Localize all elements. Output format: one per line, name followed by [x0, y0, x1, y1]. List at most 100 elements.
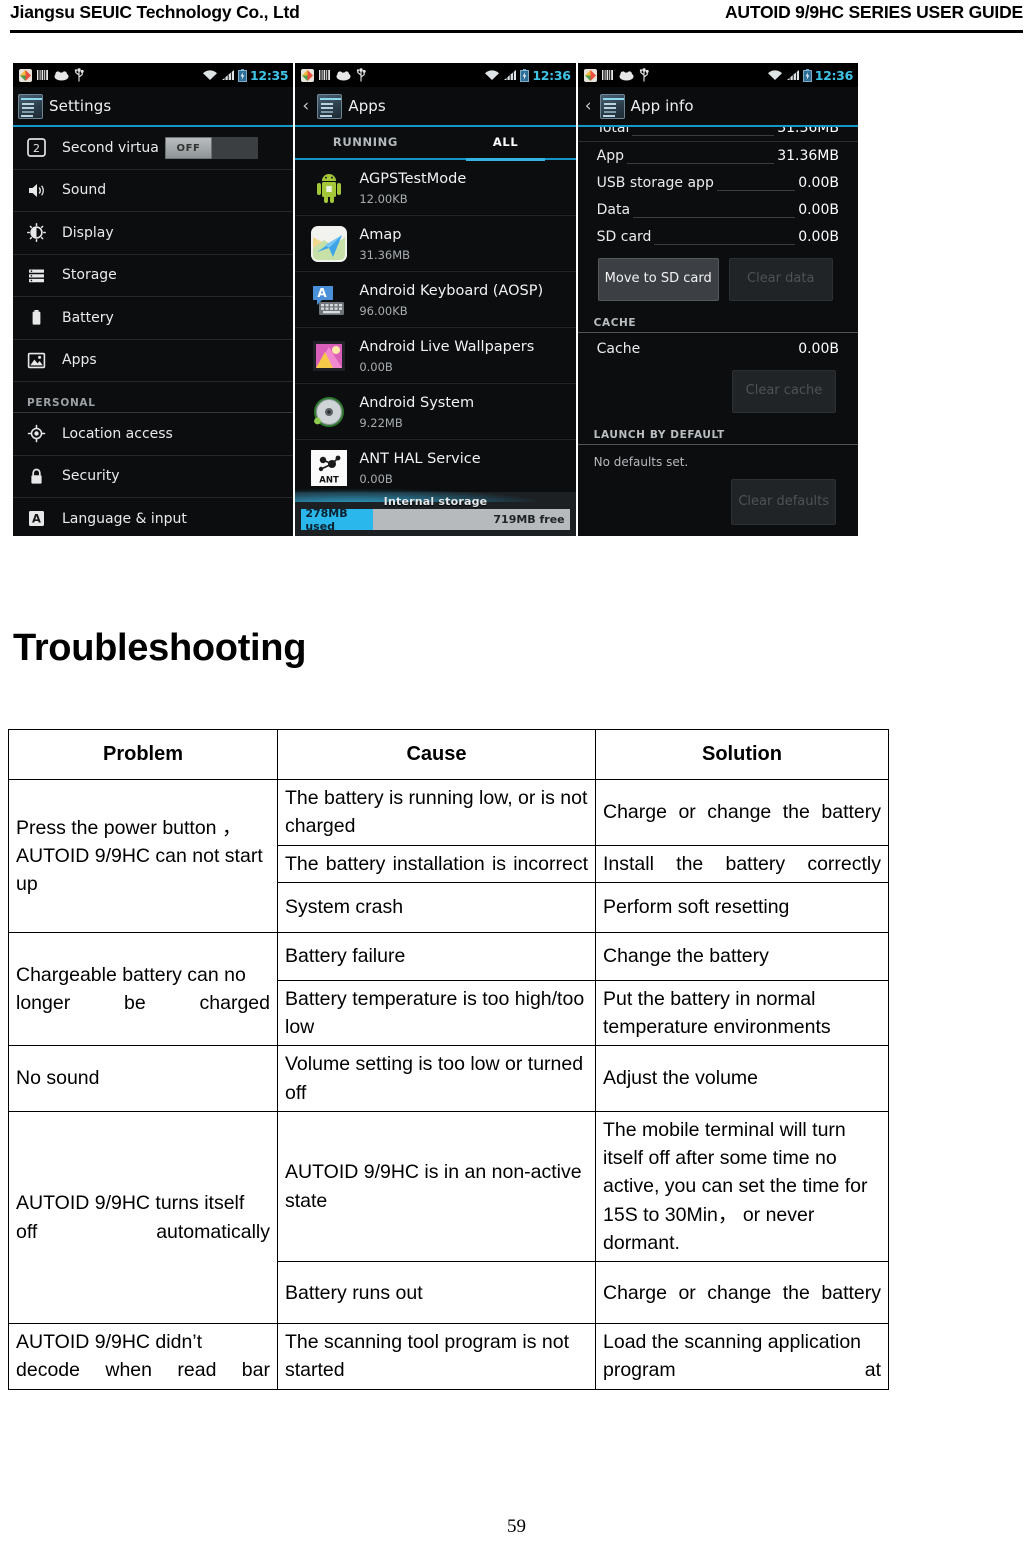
clear-cache-button[interactable]: Clear cache — [731, 370, 836, 413]
info-value: 0.00B — [795, 228, 842, 245]
settings-app-icon — [599, 93, 625, 119]
status-clock: 12:35 — [250, 67, 289, 83]
app-list-item[interactable]: Android Live Wallpapers 0.00B — [295, 328, 576, 384]
ant-icon: ANT — [311, 449, 348, 486]
android-system-disc-icon — [311, 394, 347, 430]
info-key: Cache — [593, 340, 644, 357]
setting-row-security[interactable]: Security — [13, 456, 294, 498]
app-list-item[interactable]: AGPSTestMode 12.00KB — [295, 160, 576, 216]
app-name: AGPSTestMode — [359, 171, 467, 188]
barcode-icon — [37, 69, 49, 81]
action-bar-title: App info — [630, 97, 694, 115]
section-launch-by-default: LAUNCH BY DEFAULT — [577, 417, 858, 445]
cell-solution: Put the battery in normal temperature en… — [595, 979, 889, 1047]
screenshot-strip: 12:35 Settings 2 Second virtua OFF Sound… — [13, 63, 858, 536]
setting-row-language-input[interactable]: A Language & input — [13, 498, 293, 536]
app-list-item[interactable]: A Android Keyboard (AOSP) 96.00KB — [295, 272, 576, 328]
column-header-solution: Solution — [595, 729, 889, 780]
wifi-icon — [202, 69, 218, 81]
battery-icon — [238, 68, 247, 82]
move-to-sd-card-button[interactable]: Move to SD card — [597, 258, 719, 301]
cell-solution: Change the battery — [595, 931, 889, 981]
setting-row-second-virtual[interactable]: 2 Second virtua OFF — [13, 127, 294, 170]
app-size: 0.00B — [359, 359, 393, 374]
header-company: Jiangsu SEUIC Technology Co., Ltd — [10, 2, 300, 22]
cloud-icon — [336, 70, 351, 81]
lock-icon — [27, 467, 46, 486]
setting-row-storage[interactable]: Storage — [13, 255, 294, 297]
info-key: Data — [593, 201, 634, 218]
cell-cause: AUTOID 9/9HC is in an non-active state — [277, 1110, 596, 1263]
cell-solution: Load the scanning application program at — [595, 1323, 889, 1390]
storage-free-label: 719MB free — [493, 513, 565, 526]
status-bar: 12:36 — [577, 63, 858, 87]
apps-tabs: RUNNING ALL — [295, 126, 576, 161]
app-info-row-cache: Cache 0.00B — [578, 335, 858, 362]
settings-section-personal: PERSONAL — [13, 382, 294, 413]
info-value: 0.00B — [795, 174, 842, 191]
cell-cause: System crash — [277, 881, 596, 933]
battery-icon — [27, 308, 46, 327]
second-virtual-toggle[interactable]: OFF — [165, 137, 258, 159]
info-value: 31.36MB — [774, 127, 842, 136]
setting-row-display[interactable]: Display — [13, 212, 294, 255]
cell-cause: Battery failure — [277, 931, 596, 981]
action-bar: ‹ App info — [577, 87, 858, 127]
app-name: Android Live Wallpapers — [359, 339, 535, 356]
app-list-item[interactable]: Amap 31.36MB — [295, 216, 576, 272]
cell-problem: Press the power button ， AUTOID 9/9HC ca… — [8, 779, 278, 933]
cell-solution: The mobile terminal will turn itself off… — [595, 1110, 889, 1263]
setting-label: Language & input — [62, 510, 187, 527]
app-info-row-sd-card: SD card 0.00B — [578, 223, 858, 250]
app-size: 0.00B — [359, 471, 393, 486]
clear-defaults-button[interactable]: Clear defaults — [731, 479, 836, 525]
table-row: AUTOID 9/9HC turns itself off automatica… — [8, 1110, 889, 1325]
app-name: Android Keyboard (AOSP) — [359, 283, 544, 300]
number-two-icon: 2 — [27, 138, 46, 158]
cell-cause: Volume setting is too low or turned off — [277, 1045, 596, 1112]
cell-solution: Charge or change the battery — [595, 1261, 889, 1325]
section-cache: CACHE — [577, 305, 858, 333]
setting-row-apps[interactable]: Apps — [13, 340, 294, 382]
app-list-item[interactable]: Android System 9.22MB — [295, 384, 576, 440]
clear-data-button[interactable]: Clear data — [728, 258, 833, 301]
cell-cause: The battery installation is incorrect — [277, 844, 596, 883]
cache-buttons: Clear cache — [578, 362, 858, 417]
setting-row-battery[interactable]: Battery — [13, 297, 294, 340]
setting-row-location-access[interactable]: Location access — [13, 413, 294, 456]
setting-label: Sound — [62, 182, 107, 199]
barcode-icon — [319, 69, 331, 81]
battery-icon — [520, 68, 530, 82]
back-chevron-icon[interactable]: ‹ — [300, 97, 311, 115]
app-size: 9.22MB — [359, 415, 403, 430]
header-divider — [10, 30, 1023, 33]
info-value: 0.00B — [795, 201, 842, 218]
android-robot-icon — [311, 170, 347, 206]
header-document-title: AUTOID 9/9HC SERIES USER GUIDE — [724, 2, 1023, 22]
back-chevron-icon[interactable]: ‹ — [583, 97, 594, 115]
column-header-problem: Problem — [8, 729, 278, 780]
tab-all[interactable]: ALL — [436, 126, 576, 161]
no-defaults-note: No defaults set. — [593, 455, 689, 469]
svg-text:A: A — [318, 286, 328, 300]
barcode-icon — [601, 69, 614, 81]
table-row: No sound Volume setting is too low or tu… — [8, 1045, 889, 1112]
app-size: 96.00KB — [359, 303, 408, 318]
setting-row-sound[interactable]: Sound — [13, 170, 294, 212]
apps-screenshot: 12:36 ‹ Apps RUNNING ALL AGPSTestMode 12… — [295, 63, 576, 536]
app-name: Android System — [359, 395, 475, 412]
app-info-clipped-total-row: Total 31.36MB — [577, 127, 858, 142]
tab-running[interactable]: RUNNING — [295, 126, 435, 159]
cloud-icon — [619, 70, 634, 81]
info-value: 31.36MB — [774, 147, 842, 164]
page-title: Troubleshooting — [13, 627, 307, 669]
cell-cause: Battery temperature is too high/too low — [277, 979, 596, 1047]
letter-a-icon: A — [27, 509, 46, 528]
action-bar: ‹ Apps — [295, 87, 576, 127]
wifi-icon — [767, 69, 783, 81]
usb-icon — [356, 68, 367, 82]
brightness-icon — [27, 223, 46, 243]
signal-icon — [221, 69, 235, 81]
svg-text:ANT: ANT — [320, 475, 340, 485]
app-size: 12.00KB — [359, 191, 408, 206]
